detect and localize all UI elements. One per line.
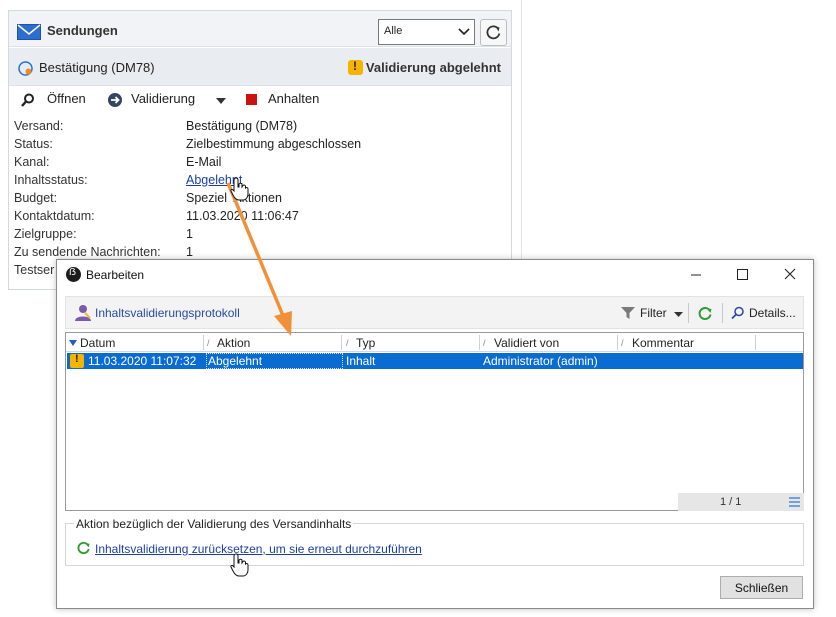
refresh-button[interactable] (480, 19, 507, 46)
delivery-name: Bestätigung (DM78) (39, 60, 155, 75)
close-icon (784, 268, 796, 280)
maximize-icon (737, 269, 748, 280)
cell-datum: 11.03.2020 11:07:32 (88, 354, 197, 368)
property-key: Versand: (14, 119, 64, 133)
sort-indicator: / (483, 338, 486, 348)
edit-dialog: Bearbeiten Inhaltsvalidierungsprotokoll … (56, 259, 814, 609)
reset-validation-link[interactable]: Inhaltsvalidierung zurücksetzen, um sie … (95, 542, 422, 556)
chevron-down-icon (458, 28, 470, 36)
table-footer: 1 / 1 (678, 493, 804, 511)
pause-label: Anhalten (268, 91, 320, 106)
delivery-icon (18, 61, 33, 76)
property-row: Kontaktdatum: 11.03.2020 11:06:47 (14, 207, 514, 225)
stop-icon (246, 94, 257, 105)
column-header-aktion[interactable]: Aktion (217, 336, 250, 350)
dialog-title: Bearbeiten (86, 268, 145, 282)
panel-title: Sendungen (47, 23, 118, 38)
column-separator (341, 335, 342, 350)
refresh-icon (486, 25, 501, 40)
caret-down-icon (216, 98, 226, 104)
search-icon (21, 93, 34, 107)
close-button[interactable]: Schließen (720, 576, 803, 599)
column-header-typ[interactable]: Typ (356, 336, 375, 350)
warning-icon (70, 353, 84, 368)
delivery-toolbar: Öffnen Validierung Anhalten (9, 89, 511, 113)
sort-indicator: / (621, 338, 624, 348)
dialog-titlebar: Bearbeiten (57, 260, 813, 290)
warning-icon (348, 59, 363, 75)
envelope-icon (17, 24, 41, 40)
minimize-icon (691, 274, 701, 276)
user-icon (75, 305, 91, 321)
column-header-validiert-von[interactable]: Validiert von (494, 336, 559, 350)
magnifier-icon (731, 306, 744, 320)
column-separator (617, 335, 618, 350)
caret-down-icon (674, 312, 683, 317)
content-status-link[interactable]: Abgelehnt (186, 171, 242, 189)
property-key: Testser (14, 263, 55, 277)
property-value: 11.03.2020 11:06:47 (186, 209, 299, 223)
validation-log-table: Datum / Aktion / Typ / Validiert von / K… (65, 332, 804, 511)
property-row: Kanal: E-Mail (14, 153, 514, 171)
validation-status: Validierung abgelehnt (365, 60, 501, 75)
delivery-properties: Versand: Bestätigung (DM78) Status: Zielbe… (14, 117, 514, 279)
minimize-button[interactable] (673, 260, 719, 290)
sort-indicator: / (207, 338, 210, 348)
sort-indicator: / (346, 338, 349, 348)
column-header-kommentar[interactable]: Kommentar (632, 336, 694, 350)
property-key: Inhaltsstatus: (14, 173, 88, 187)
list-menu-icon[interactable] (789, 497, 800, 507)
panel-header: Sendungen Alle (9, 11, 511, 47)
action-group-label: Aktion bezüglich der Validierung des Ver… (74, 517, 354, 531)
property-row: Versand: Bestätigung (DM78) (14, 117, 514, 135)
arrow-circle-icon (108, 93, 122, 107)
property-row: Budget: Speziel Aktionen (14, 189, 514, 207)
refresh-icon[interactable] (697, 305, 713, 321)
property-key: Kontaktdatum: (14, 209, 95, 223)
filter-icon (621, 307, 635, 319)
property-value: Speziel Aktionen (186, 191, 282, 205)
filter-button[interactable]: Filter (640, 306, 667, 320)
column-header-datum[interactable]: Datum (80, 336, 115, 350)
property-key: Status: (14, 137, 53, 151)
toolbar-separator (722, 303, 723, 323)
panel-divider (521, 0, 522, 290)
open-label: Öffnen (47, 91, 86, 106)
property-value: Bestätigung (DM78) (186, 119, 298, 133)
sort-desc-icon (69, 340, 77, 346)
property-row: Inhaltsstatus: Abgelehnt (14, 171, 514, 189)
cell-validiert-von: Administrator (admin) (483, 354, 598, 368)
property-key: Kanal: (14, 155, 50, 169)
property-value: E-Mail (186, 155, 222, 169)
deliveries-panel: Sendungen Alle Bestätigung (DM78) Validi… (8, 10, 512, 290)
validation-label: Validierung (131, 91, 196, 106)
toolbar-separator (688, 303, 689, 323)
dialog-toolbar: Inhaltsvalidierungsprotokoll Filter Deta… (65, 296, 804, 329)
validation-protocol-button[interactable]: Inhaltsvalidierungsprotokoll (95, 306, 240, 320)
property-key: Zielgruppe: (14, 227, 77, 241)
delivery-subheader: Bestätigung (DM78) Validierung abgelehnt (9, 48, 511, 86)
table-row[interactable]: 11.03.2020 11:07:32 Abgelehnt Inhalt Adm… (67, 353, 803, 369)
column-separator (755, 335, 756, 350)
close-window-button[interactable] (767, 260, 813, 290)
cell-aktion: Abgelehnt (208, 354, 263, 368)
property-value: 1 (186, 227, 193, 241)
maximize-button[interactable] (719, 260, 765, 290)
property-row: Status: Zielbestimmung abgeschlossen (14, 135, 514, 153)
column-separator (203, 335, 204, 350)
column-separator (479, 335, 480, 350)
close-button-label: Schließen (734, 581, 789, 595)
filter-select-value: Alle (384, 25, 403, 37)
property-value: Zielbestimmung abgeschlossen (186, 137, 362, 151)
cell-typ: Inhalt (346, 354, 376, 368)
property-key: Budget: (14, 191, 58, 205)
app-logo-icon (66, 267, 81, 282)
filter-select[interactable]: Alle (378, 19, 475, 45)
details-button[interactable]: Details... (749, 306, 796, 320)
property-row: Zielgruppe: 1 (14, 225, 514, 243)
refresh-icon (77, 541, 90, 555)
table-header: Datum / Aktion / Typ / Validiert von / K… (66, 333, 803, 352)
pagination-label: 1 / 1 (720, 496, 742, 508)
